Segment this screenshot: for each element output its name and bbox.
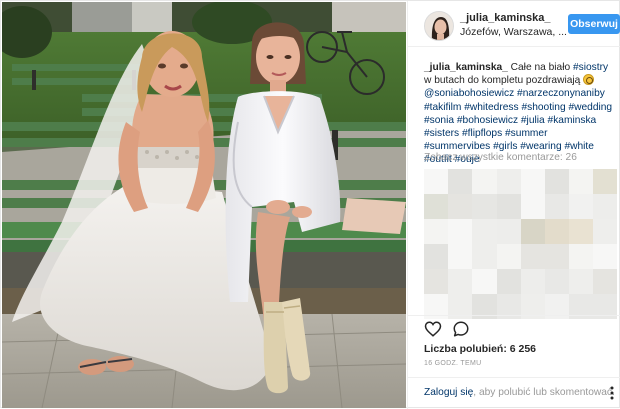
blurred-comment-cell [472,269,498,295]
comment-icon[interactable] [452,320,470,338]
post-photo[interactable] [2,2,406,408]
hashtag-link[interactable]: #wearing [520,141,561,152]
hashtag-link[interactable]: #girls [493,141,517,152]
blurred-comment-cell [448,219,473,245]
likes-count[interactable]: Liczba polubień: 6 256 [424,343,536,355]
blurred-comment-cell [496,169,522,195]
hashtag-link[interactable]: #narzeczonynaniby [517,88,605,99]
avatar-image [425,12,453,40]
blurred-comment-cell [472,169,498,195]
smile-emoji-icon [583,74,595,86]
follow-button[interactable]: Obserwuj [568,14,620,34]
blurred-comment-cell [593,269,617,295]
blurred-comment-cell [448,194,473,220]
blurred-comment-cell [448,244,473,270]
hashtag-link[interactable]: #bohosiewicz [457,115,518,126]
hashtag-link[interactable]: #julia [521,115,545,126]
blurred-comment-cell [569,244,594,270]
blurred-comment-cell [496,244,522,270]
caption-text: Całe na biało [507,62,573,73]
blurred-comment-cell [520,244,546,270]
mention-link[interactable]: @soniabohosiewicz [424,88,514,99]
blurred-comment-cell [424,169,449,195]
blurred-comment-cell [448,169,473,195]
hashtag-link[interactable]: #white [564,141,593,152]
blurred-comment-cell [569,169,594,195]
blurred-comment-cell [545,244,570,270]
login-rest-text: , aby polubić lub skomentować. [473,387,615,398]
post-side-panel: _julia_kaminska_ Józefów, Warszawa, ... … [407,1,620,409]
hashtag-link[interactable]: #whitedress [464,102,518,113]
post-caption: _julia_kaminska_ Całe na biało #siostry … [424,61,614,167]
blurred-comment-cell [569,194,594,220]
blurred-comment-cell [424,269,449,295]
blurred-comment-cell [545,219,570,245]
heart-icon[interactable] [424,320,442,338]
blurred-comment-cell [593,194,617,220]
blurred-comment-cell [593,169,617,195]
login-prompt: Zaloguj się, aby polubić lub skomentować… [408,377,620,409]
blurred-comment-cell [569,219,594,245]
blurred-comment-cell [424,194,449,220]
instagram-post: _julia_kaminska_ Józefów, Warszawa, ... … [0,0,620,409]
photo-illustration [2,2,406,408]
more-options-icon[interactable] [607,386,617,400]
hashtag-link[interactable]: #summervibes [424,141,490,152]
hashtag-link[interactable]: #sisters [424,128,459,139]
blurred-comment-cell [593,219,617,245]
avatar[interactable] [424,11,454,41]
blurred-comment-cell [472,194,498,220]
blurred-comment-cell [496,219,522,245]
blurred-comment-cell [472,244,498,270]
username-link[interactable]: _julia_kaminska_ [460,12,551,24]
blurred-comment-cell [545,194,570,220]
caption-text: w butach do kompletu pozdrawiają [424,75,584,87]
blurred-comment-cell [520,194,546,220]
hashtag-link[interactable]: #takifilm [424,102,461,113]
blurred-comment-cell [593,244,617,270]
post-timestamp[interactable]: 16 GODZ. TEMU [424,360,481,367]
post-header: _julia_kaminska_ Józefów, Warszawa, ... … [408,1,620,47]
hashtag-link[interactable]: #kaminska [548,115,597,126]
blurred-comment-cell [520,219,546,245]
hashtag-link[interactable]: #siostry [573,62,608,73]
hashtag-link[interactable]: #wedding [568,102,612,113]
location-link[interactable]: Józefów, Warszawa, ... [460,26,567,38]
blurred-comment-cell [448,269,473,295]
blurred-comment-cell [496,194,522,220]
view-all-comments-link[interactable]: Zobacz wszystkie komentarze: 26 [424,152,577,163]
blurred-comment-cell [545,269,570,295]
blurred-comment-cell [520,269,546,295]
hashtag-link[interactable]: #flipflops [462,128,502,139]
blurred-comment-cell [424,219,449,245]
caption-author-link[interactable]: _julia_kaminska_ [424,62,508,73]
blurred-comment-cell [545,169,570,195]
blurred-comment-cell [520,169,546,195]
hashtag-link[interactable]: #summer [505,128,547,139]
post-actions [408,315,620,341]
blurred-comment-cell [569,269,594,295]
blurred-comments [424,169,617,319]
hashtag-link[interactable]: #shooting [521,102,565,113]
blurred-comment-cell [424,244,449,270]
hashtag-link[interactable]: #sonia [424,115,454,126]
blurred-comment-cell [496,269,522,295]
blurred-comment-cell [472,219,498,245]
login-text: Zaloguj się, aby polubić lub skomentować… [424,387,615,398]
login-link[interactable]: Zaloguj się [424,387,473,398]
